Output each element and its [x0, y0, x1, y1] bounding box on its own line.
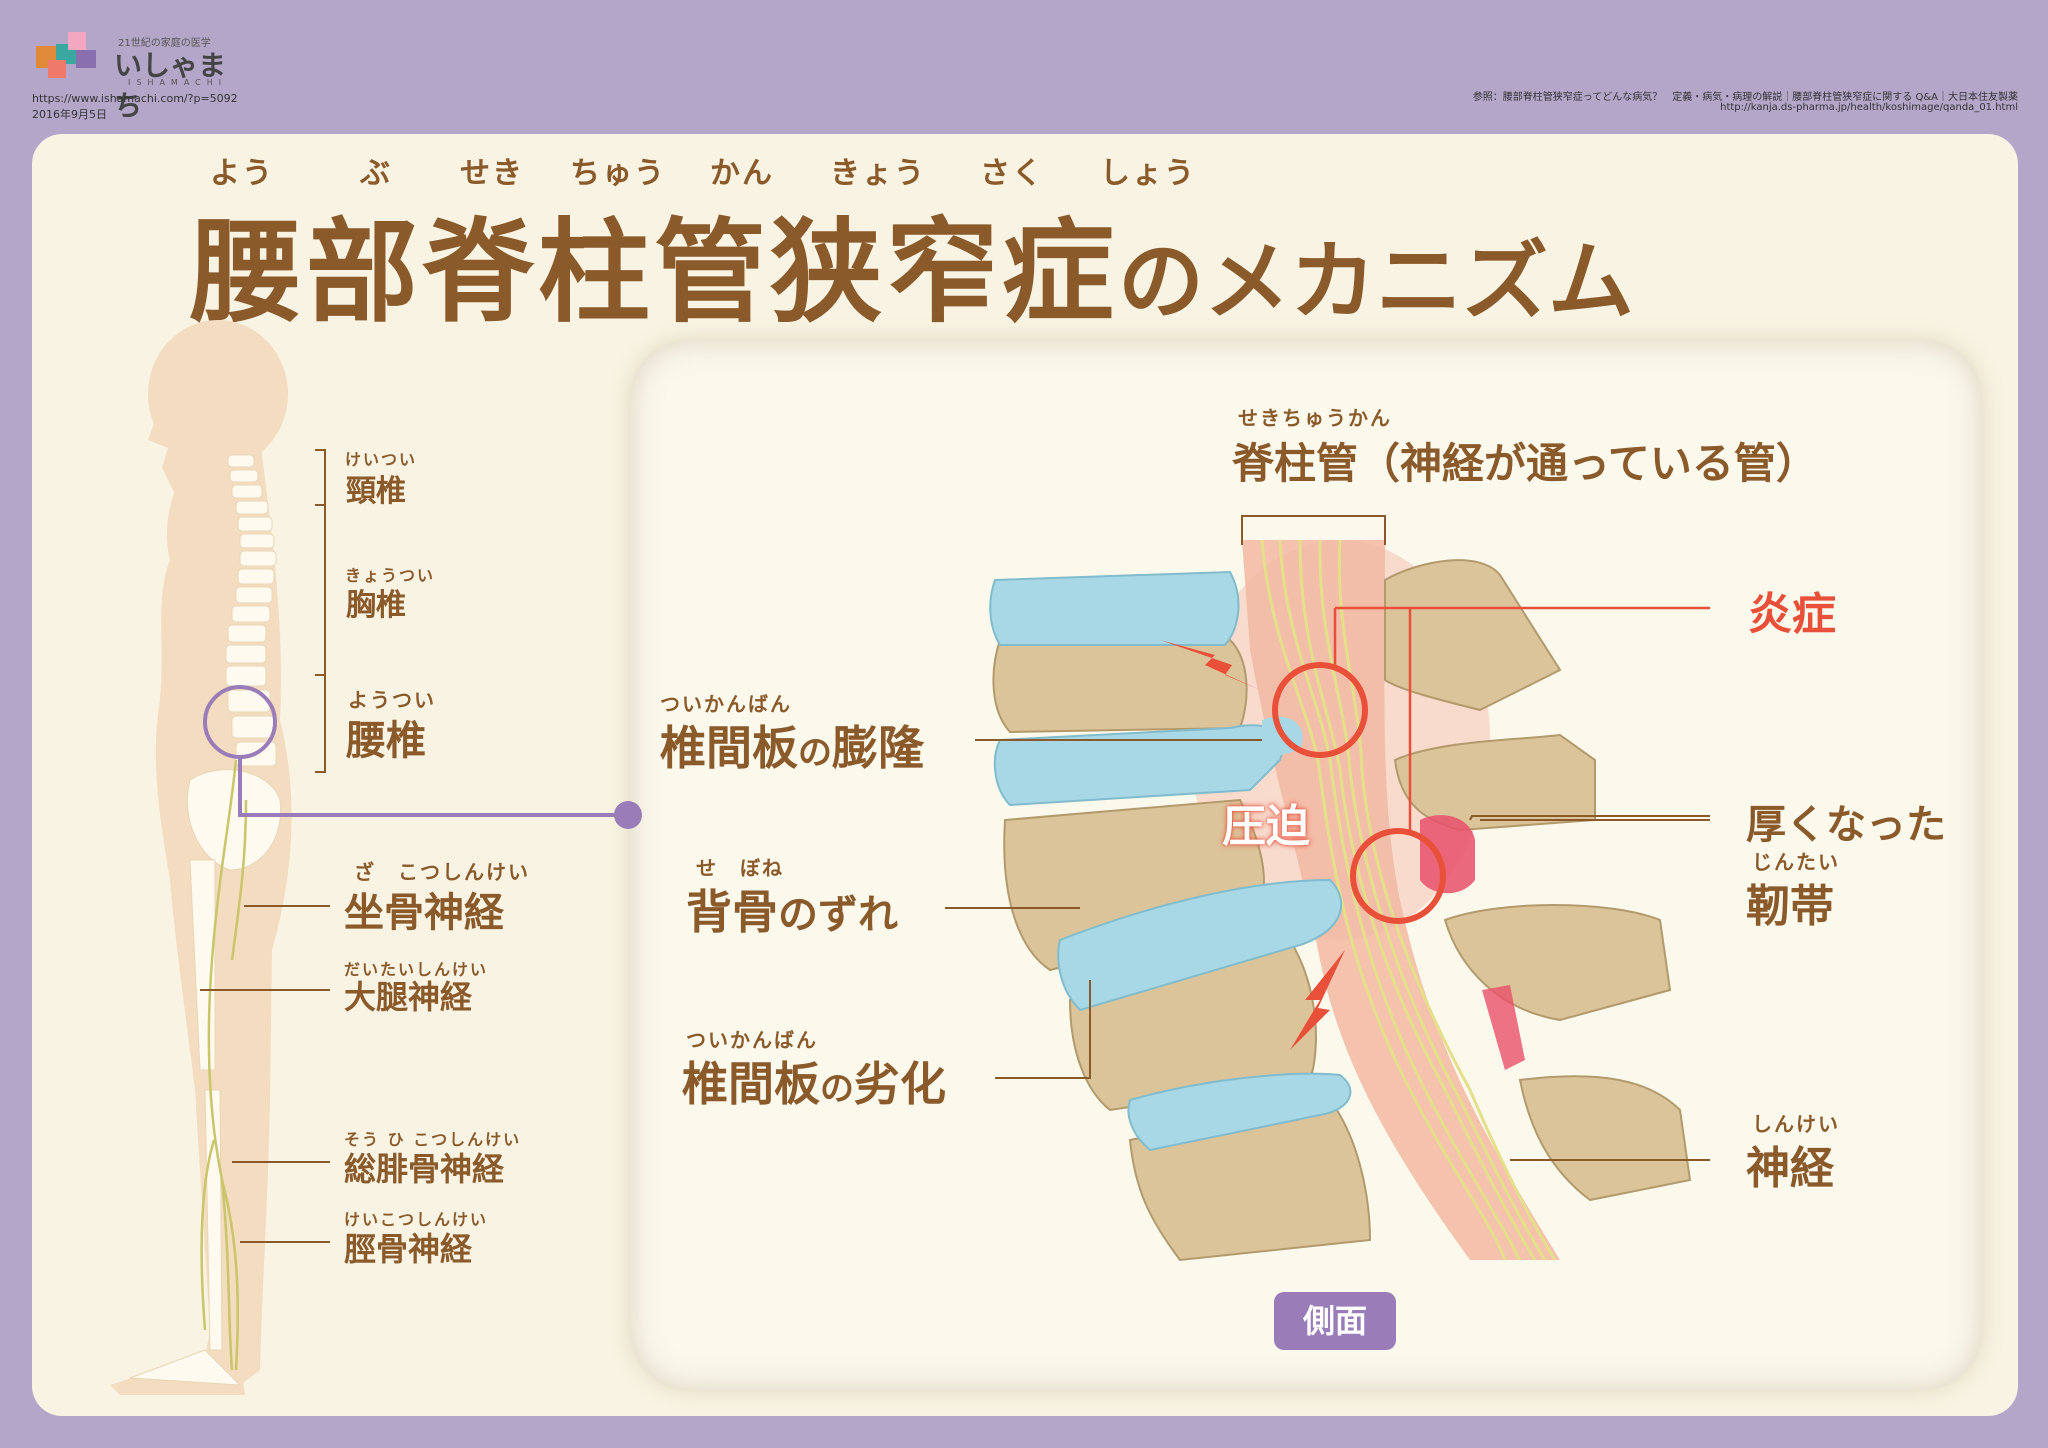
- spine-region-bracket: [315, 449, 326, 773]
- peroneal-label: 総腓骨神経: [344, 1150, 505, 1188]
- tibial-label: 脛骨神経: [344, 1230, 473, 1268]
- cervical-label: 頸椎: [346, 474, 406, 509]
- femoral-label: 大腿神経: [344, 978, 473, 1016]
- canal-ruby: せきちゅうかん: [1238, 406, 1392, 430]
- lumbar-connector-line: [238, 757, 628, 817]
- connector-dot: [614, 801, 642, 829]
- view-badge-label: 側面: [1302, 1302, 1367, 1340]
- thoracic-label: 胸椎: [346, 588, 406, 623]
- nerve-label: 神経: [1746, 1143, 1834, 1194]
- slip-label: 背骨のずれ: [686, 885, 898, 939]
- anatomy-illustration: [110, 320, 1710, 1395]
- view-badge: 側面: [1274, 1292, 1396, 1350]
- disc-bulge-label: 椎間板の膨隆: [660, 721, 924, 775]
- sciatic-label: 坐骨神経: [344, 890, 504, 936]
- ligament-label: 靭帯: [1746, 881, 1834, 932]
- canal-label: 脊柱管（神経が通っている管）: [1232, 439, 1818, 488]
- degeneration-label: 椎間板の劣化: [682, 1057, 946, 1111]
- detail-spine: [989, 539, 1692, 1262]
- inflammation-label: 炎症: [1748, 589, 1836, 640]
- compression-label: 圧迫: [1222, 801, 1310, 852]
- ligament-line1: 厚くなった: [1746, 802, 1946, 848]
- lumbar-label: 腰椎: [346, 718, 426, 764]
